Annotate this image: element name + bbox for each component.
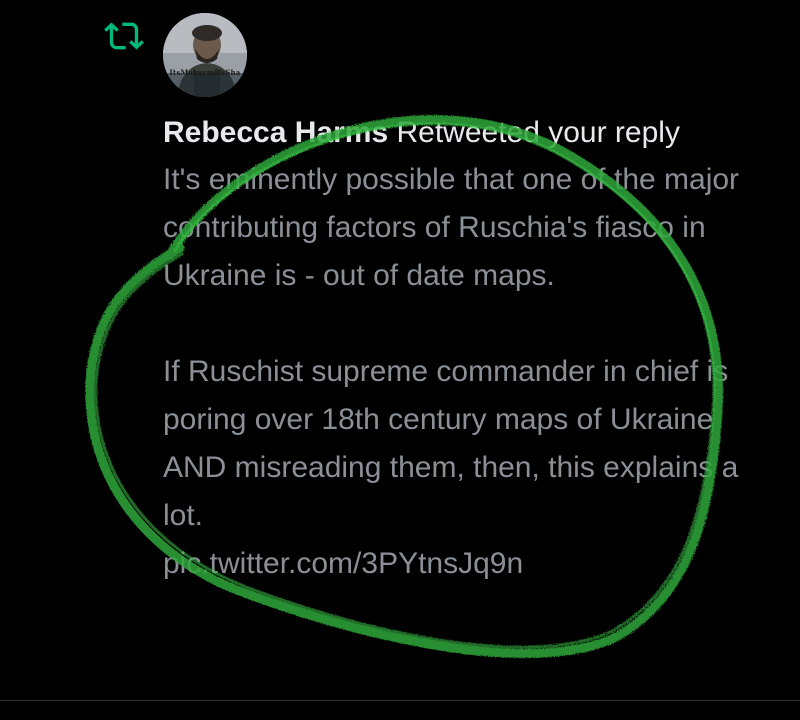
tweet-paragraph: If Ruschist supreme commander in chief i…: [163, 355, 739, 532]
tweet-media-link[interactable]: pic.twitter.com/3PYtnsJq9n: [163, 540, 763, 588]
retweet-icon: [104, 22, 144, 50]
avatar-caption: ItsMaksymDaSha: [169, 68, 241, 77]
avatar[interactable]: ItsMaksymDaSha: [163, 13, 247, 97]
tweet-paragraph: It's eminently possible that one of the …: [163, 163, 740, 292]
notification-content: Rebecca Harms Retweeted your reply It's …: [163, 110, 763, 588]
notification-header: Rebecca Harms Retweeted your reply: [163, 110, 763, 156]
avatar-photo: [163, 13, 247, 97]
user-name-link[interactable]: Rebecca Harms: [163, 116, 388, 149]
tweet-text: It's eminently possible that one of the …: [163, 156, 763, 588]
retweet-notification[interactable]: ItsMaksymDaSha Rebecca Harms Retweeted y…: [0, 0, 800, 720]
action-text: Retweeted your reply: [396, 116, 680, 149]
divider: [0, 700, 800, 701]
